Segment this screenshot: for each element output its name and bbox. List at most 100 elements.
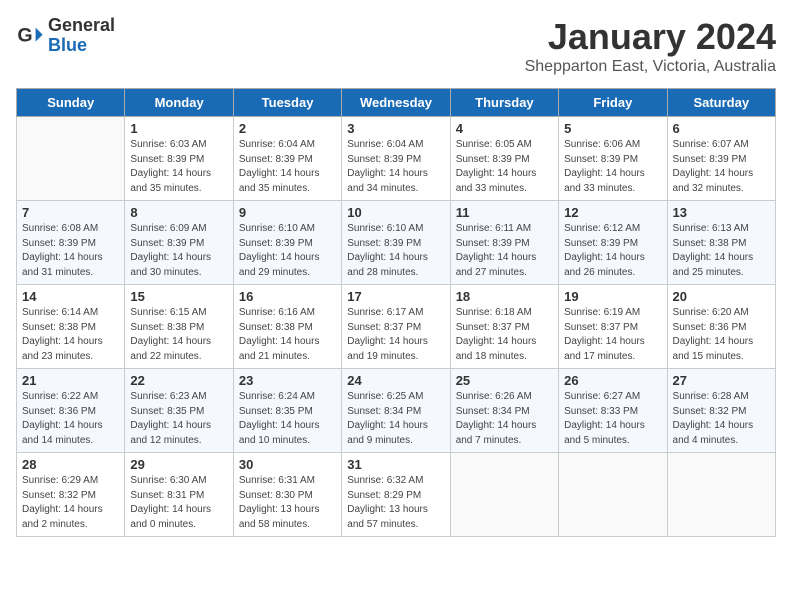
calendar-cell: 5Sunrise: 6:06 AM Sunset: 8:39 PM Daylig… <box>559 117 667 201</box>
day-number: 1 <box>130 121 227 136</box>
week-row-1: 1 Sunrise: 6:03 AM Sunset: 8:39 PM Daylig… <box>17 117 776 201</box>
svg-text:G: G <box>17 24 32 46</box>
cell-info: Sunrise: 6:08 AM Sunset: 8:39 PM Dayligh… <box>22 222 119 280</box>
month-title: January 2024 <box>525 16 776 58</box>
logo-text-general: General <box>48 15 115 35</box>
day-header-friday: Friday <box>559 89 667 117</box>
cell-info: Sunrise: 6:25 AM Sunset: 8:34 PM Dayligh… <box>347 390 444 448</box>
week-row-4: 21Sunrise: 6:22 AM Sunset: 8:36 PM Dayli… <box>17 369 776 453</box>
cell-info: Sunrise: 6:10 AM Sunset: 8:39 PM Dayligh… <box>239 222 336 280</box>
calendar-cell: 19 Sunrise: 6:19 AM Sunset: 8:37 PM Dayli… <box>559 285 667 369</box>
calendar-cell: 4Sunrise: 6:05 AM Sunset: 8:39 PM Daylig… <box>450 117 558 201</box>
cell-info: Sunrise: 6:04 AM Sunset: 8:39 PM Dayligh… <box>239 138 336 196</box>
cell-info: Sunrise: 6:23 AM Sunset: 8:35 PM Dayligh… <box>130 390 227 448</box>
day-number: 19 <box>564 289 661 304</box>
calendar-cell: 12 Sunrise: 6:12 AM Sunset: 8:39 PM Dayli… <box>559 201 667 285</box>
day-number: 15 <box>130 289 227 304</box>
week-row-3: 14Sunrise: 6:14 AM Sunset: 8:38 PM Dayli… <box>17 285 776 369</box>
calendar-cell: 18Sunrise: 6:18 AM Sunset: 8:37 PM Dayli… <box>450 285 558 369</box>
cell-info: Sunrise: 6:11 AM Sunset: 8:39 PM Dayligh… <box>456 222 553 280</box>
cell-info: Sunrise: 6:20 AM Sunset: 8:36 PM Dayligh… <box>673 306 770 364</box>
calendar-cell: 10 Sunrise: 6:10 AM Sunset: 8:39 PM Dayli… <box>342 201 450 285</box>
week-row-5: 28Sunrise: 6:29 AM Sunset: 8:32 PM Dayli… <box>17 453 776 537</box>
calendar-cell <box>667 453 775 537</box>
day-header-wednesday: Wednesday <box>342 89 450 117</box>
calendar-cell: 23 Sunrise: 6:24 AM Sunset: 8:35 PM Dayli… <box>233 369 341 453</box>
cell-info: Sunrise: 6:31 AM Sunset: 8:30 PM Dayligh… <box>239 474 336 532</box>
cell-info: Sunrise: 6:29 AM Sunset: 8:32 PM Dayligh… <box>22 474 119 532</box>
calendar-cell: 28Sunrise: 6:29 AM Sunset: 8:32 PM Dayli… <box>17 453 125 537</box>
calendar-cell <box>559 453 667 537</box>
calendar-cell: 7 Sunrise: 6:08 AM Sunset: 8:39 PM Daylig… <box>17 201 125 285</box>
calendar-cell: 8 Sunrise: 6:09 AM Sunset: 8:39 PM Daylig… <box>125 201 233 285</box>
day-header-sunday: Sunday <box>17 89 125 117</box>
day-number: 24 <box>347 373 444 388</box>
cell-info: Sunrise: 6:10 AM Sunset: 8:39 PM Dayligh… <box>347 222 444 280</box>
calendar-cell: 27 Sunrise: 6:28 AM Sunset: 8:32 PM Dayli… <box>667 369 775 453</box>
day-number: 16 <box>239 289 336 304</box>
day-number: 31 <box>347 457 444 472</box>
calendar-cell <box>17 117 125 201</box>
cell-info: Sunrise: 6:06 AM Sunset: 8:39 PM Dayligh… <box>564 138 661 196</box>
calendar-cell: 13Sunrise: 6:13 AM Sunset: 8:38 PM Dayli… <box>667 201 775 285</box>
calendar-cell: 29Sunrise: 6:30 AM Sunset: 8:31 PM Dayli… <box>125 453 233 537</box>
cell-info: Sunrise: 6:13 AM Sunset: 8:38 PM Dayligh… <box>673 222 770 280</box>
title-area: January 2024 Shepparton East, Victoria, … <box>525 16 776 76</box>
cell-info: Sunrise: 6:17 AM Sunset: 8:37 PM Dayligh… <box>347 306 444 364</box>
day-number: 14 <box>22 289 119 304</box>
calendar-cell: 31 Sunrise: 6:32 AM Sunset: 8:29 PM Dayli… <box>342 453 450 537</box>
day-number: 12 <box>564 205 661 220</box>
day-number: 22 <box>130 373 227 388</box>
day-number: 11 <box>456 205 553 220</box>
day-number: 17 <box>347 289 444 304</box>
cell-info: Sunrise: 6:12 AM Sunset: 8:39 PM Dayligh… <box>564 222 661 280</box>
calendar-cell: 21Sunrise: 6:22 AM Sunset: 8:36 PM Dayli… <box>17 369 125 453</box>
day-header-thursday: Thursday <box>450 89 558 117</box>
calendar-cell: 1 Sunrise: 6:03 AM Sunset: 8:39 PM Daylig… <box>125 117 233 201</box>
calendar-cell: 16 Sunrise: 6:16 AM Sunset: 8:38 PM Dayli… <box>233 285 341 369</box>
cell-info: Sunrise: 6:27 AM Sunset: 8:33 PM Dayligh… <box>564 390 661 448</box>
day-header-saturday: Saturday <box>667 89 775 117</box>
day-number: 10 <box>347 205 444 220</box>
cell-info: Sunrise: 6:18 AM Sunset: 8:37 PM Dayligh… <box>456 306 553 364</box>
day-number: 25 <box>456 373 553 388</box>
day-number: 6 <box>673 121 770 136</box>
calendar-cell: 11 Sunrise: 6:11 AM Sunset: 8:39 PM Dayli… <box>450 201 558 285</box>
cell-info: Sunrise: 6:28 AM Sunset: 8:32 PM Dayligh… <box>673 390 770 448</box>
cell-info: Sunrise: 6:24 AM Sunset: 8:35 PM Dayligh… <box>239 390 336 448</box>
cell-info: Sunrise: 6:26 AM Sunset: 8:34 PM Dayligh… <box>456 390 553 448</box>
day-number: 8 <box>130 205 227 220</box>
day-number: 3 <box>347 121 444 136</box>
calendar-cell: 24 Sunrise: 6:25 AM Sunset: 8:34 PM Dayli… <box>342 369 450 453</box>
location-subtitle: Shepparton East, Victoria, Australia <box>525 58 776 76</box>
cell-info: Sunrise: 6:15 AM Sunset: 8:38 PM Dayligh… <box>130 306 227 364</box>
cell-info: Sunrise: 6:19 AM Sunset: 8:37 PM Dayligh… <box>564 306 661 364</box>
header: G General Blue January 2024 Shepparton E… <box>16 16 776 76</box>
day-number: 20 <box>673 289 770 304</box>
calendar-cell: 6Sunrise: 6:07 AM Sunset: 8:39 PM Daylig… <box>667 117 775 201</box>
day-number: 9 <box>239 205 336 220</box>
header-row: SundayMondayTuesdayWednesdayThursdayFrid… <box>17 89 776 117</box>
calendar-cell: 30Sunrise: 6:31 AM Sunset: 8:30 PM Dayli… <box>233 453 341 537</box>
cell-info: Sunrise: 6:32 AM Sunset: 8:29 PM Dayligh… <box>347 474 444 532</box>
day-number: 7 <box>22 205 119 220</box>
calendar-cell: 17 Sunrise: 6:17 AM Sunset: 8:37 PM Dayli… <box>342 285 450 369</box>
cell-info: Sunrise: 6:03 AM Sunset: 8:39 PM Dayligh… <box>130 138 227 196</box>
cell-info: Sunrise: 6:16 AM Sunset: 8:38 PM Dayligh… <box>239 306 336 364</box>
cell-info: Sunrise: 6:30 AM Sunset: 8:31 PM Dayligh… <box>130 474 227 532</box>
calendar-cell <box>450 453 558 537</box>
day-number: 23 <box>239 373 336 388</box>
day-number: 26 <box>564 373 661 388</box>
calendar-cell: 2 Sunrise: 6:04 AM Sunset: 8:39 PM Daylig… <box>233 117 341 201</box>
cell-info: Sunrise: 6:05 AM Sunset: 8:39 PM Dayligh… <box>456 138 553 196</box>
day-number: 27 <box>673 373 770 388</box>
cell-info: Sunrise: 6:22 AM Sunset: 8:36 PM Dayligh… <box>22 390 119 448</box>
calendar-cell: 3Sunrise: 6:04 AM Sunset: 8:39 PM Daylig… <box>342 117 450 201</box>
day-header-tuesday: Tuesday <box>233 89 341 117</box>
calendar-cell: 22 Sunrise: 6:23 AM Sunset: 8:35 PM Dayli… <box>125 369 233 453</box>
calendar-cell: 14Sunrise: 6:14 AM Sunset: 8:38 PM Dayli… <box>17 285 125 369</box>
day-number: 2 <box>239 121 336 136</box>
logo-icon: G <box>16 22 44 50</box>
cell-info: Sunrise: 6:09 AM Sunset: 8:39 PM Dayligh… <box>130 222 227 280</box>
calendar-table: SundayMondayTuesdayWednesdayThursdayFrid… <box>16 88 776 537</box>
